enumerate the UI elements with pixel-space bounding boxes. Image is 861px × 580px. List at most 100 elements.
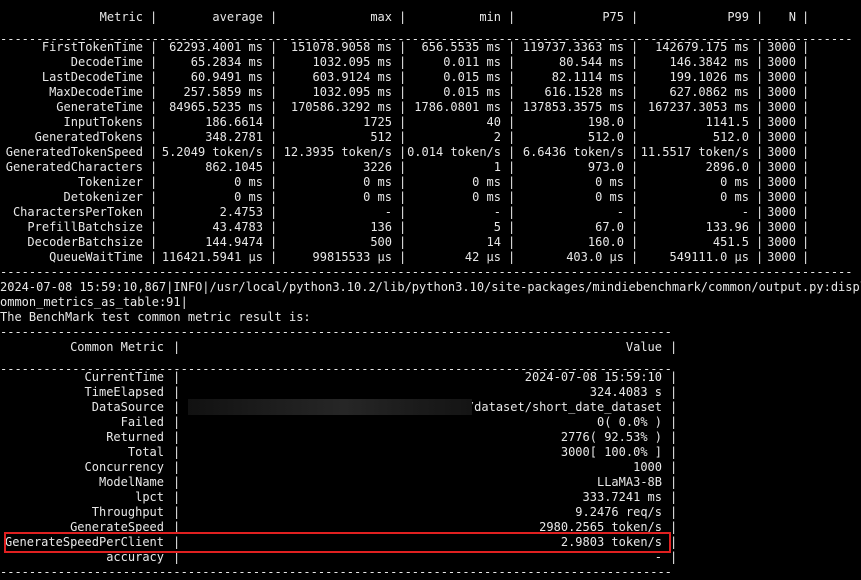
cell-n: 3000: [767, 145, 796, 159]
column-divider: |: [399, 175, 407, 189]
cell-metric: DecodeTime: [70, 55, 143, 69]
cell-value: LLaMA3-8B: [596, 475, 662, 489]
cell-value: 333.7241 ms: [582, 490, 662, 504]
cell-average: 60.9491 ms: [190, 70, 263, 84]
cell-metric: DecoderBatchsize: [27, 235, 143, 249]
cell-p75: 82.1114 ms: [551, 70, 624, 84]
column-divider: |: [270, 235, 278, 249]
cell-metric: Detokenizer: [63, 190, 143, 204]
table-row: GeneratedCharacters 862.1045 3226 1 973.0 289…: [0, 160, 861, 175]
column-divider: |: [270, 130, 278, 144]
cell-metric: Throughput: [91, 505, 164, 519]
cell-metric: QueueWaitTime: [49, 250, 143, 264]
column-divider: |: [150, 250, 158, 264]
column-divider: |: [508, 130, 516, 144]
column-divider: |: [756, 70, 764, 84]
column-divider: |: [508, 40, 516, 54]
header-metric: Common Metric: [70, 340, 164, 354]
table-row: Returned 2776( 92.53% ) | |: [0, 430, 861, 445]
cell-n: 3000: [767, 115, 796, 129]
cell-average: 84965.5235 ms: [169, 100, 263, 114]
table-row: CurrentTime 2024-07-08 15:59:10 | |: [0, 370, 861, 385]
header-metric: Metric: [99, 10, 143, 24]
column-divider: |: [150, 130, 158, 144]
column-divider: |: [508, 115, 516, 129]
cell-min: 1786.0801 ms: [414, 100, 501, 114]
column-divider: |: [631, 70, 639, 84]
column-divider: |: [173, 445, 181, 459]
cell-max: 1032.095 ms: [312, 85, 392, 99]
cell-average: 257.5859 ms: [183, 85, 263, 99]
cell-average: 62293.4001 ms: [169, 40, 263, 54]
column-divider: |: [670, 490, 678, 504]
cell-p99: 0 ms: [720, 190, 749, 204]
cell-p75: 512.0: [587, 130, 624, 144]
column-divider: |: [173, 475, 181, 489]
cell-metric: MaxDecodeTime: [49, 85, 143, 99]
cell-min: -: [493, 205, 501, 219]
column-divider: |: [270, 220, 278, 234]
header-max: max: [370, 10, 392, 24]
column-divider: |: [270, 10, 278, 24]
column-divider: |: [670, 400, 678, 414]
cell-average: 43.4783: [212, 220, 263, 234]
column-divider: |: [670, 505, 678, 519]
column-divider: |: [631, 115, 639, 129]
table-header-row: Metric average max min P75 P99 N | | | | | | |: [0, 10, 861, 25]
cell-min: 0 ms: [472, 175, 501, 189]
table-row: DecodeTime 65.2834 ms 1032.095 ms 0.011 ms 8…: [0, 55, 861, 70]
cell-p99: 451.5: [712, 235, 749, 249]
column-divider: |: [270, 55, 278, 69]
column-divider: |: [270, 205, 278, 219]
header-value: Value: [625, 340, 662, 354]
column-divider: |: [150, 145, 158, 159]
cell-p75: 119737.3363 ms: [522, 40, 624, 54]
table-row: TimeElapsed 324.4083 s | |: [0, 385, 861, 400]
redacted-path-block: [188, 399, 472, 415]
cell-average: 144.9474: [205, 235, 263, 249]
cell-p99: 1141.5: [705, 115, 749, 129]
column-divider: |: [508, 205, 516, 219]
cell-n: 3000: [767, 100, 796, 114]
column-divider: |: [399, 250, 407, 264]
header-n: N: [788, 10, 796, 24]
column-divider: |: [150, 160, 158, 174]
column-divider: |: [802, 175, 810, 189]
cell-metric: Tokenizer: [77, 175, 143, 189]
cell-p99: 11.5517 token/s: [640, 145, 749, 159]
cell-p75: 403.0 μs: [566, 250, 624, 264]
column-divider: |: [270, 145, 278, 159]
cell-n: 3000: [767, 190, 796, 204]
table-row: ModelName LLaMA3-8B | |: [0, 475, 861, 490]
cell-metric: Returned: [106, 430, 164, 444]
column-divider: |: [150, 100, 158, 114]
column-divider: |: [270, 115, 278, 129]
cell-p75: 0 ms: [595, 190, 624, 204]
column-divider: |: [399, 130, 407, 144]
cell-value: 0( 0.0% ): [596, 415, 662, 429]
column-divider: |: [173, 400, 181, 414]
column-divider: |: [150, 235, 158, 249]
table-row: GenerateTime 84965.5235 ms 170586.3292 ms 1…: [0, 100, 861, 115]
column-divider: |: [756, 175, 764, 189]
cell-metric: LastDecodeTime: [41, 70, 143, 84]
table-separator: ----------------------------------------…: [0, 265, 853, 279]
cell-n: 3000: [767, 70, 796, 84]
cell-p99: 199.1026 ms: [669, 70, 749, 84]
cell-p75: 0 ms: [595, 175, 624, 189]
column-divider: |: [802, 235, 810, 249]
cell-p99: 627.0862 ms: [669, 85, 749, 99]
column-divider: |: [399, 85, 407, 99]
table-separator: ----------------------------------------…: [0, 565, 672, 579]
column-divider: |: [631, 100, 639, 114]
table-row: CharactersPerToken 2.4753- - - -3000 | | | | | | |: [0, 205, 861, 220]
cell-max: 136: [370, 220, 392, 234]
cell-min: 0.011 ms: [443, 55, 501, 69]
cell-metric: GeneratedTokens: [34, 130, 143, 144]
column-divider: |: [173, 505, 181, 519]
column-divider: |: [670, 430, 678, 444]
terminal-window[interactable]: ----------------------------------------…: [0, 0, 861, 579]
cell-p75: 67.0: [595, 220, 624, 234]
cell-p99: 146.3842 ms: [669, 55, 749, 69]
table-row: PrefillBatchsize 43.4783 136 5 67.0 133.96 300…: [0, 220, 861, 235]
